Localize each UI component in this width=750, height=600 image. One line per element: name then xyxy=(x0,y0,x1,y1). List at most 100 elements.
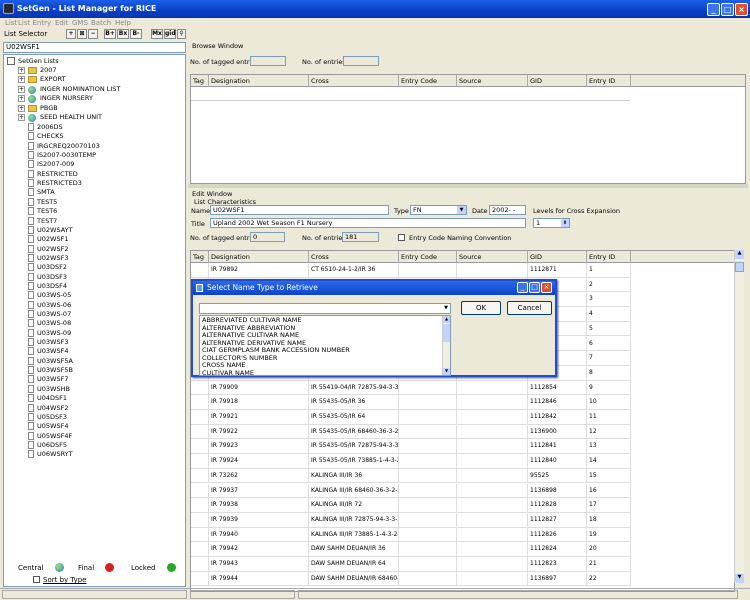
edit-entries-field: 181 xyxy=(342,232,379,242)
table-cell xyxy=(399,542,457,557)
list-tree[interactable]: SetGen Lists +2007 + EXPORT + INGER NOMINATI… xyxy=(3,54,186,587)
batch-remove-button[interactable]: B- xyxy=(130,29,142,39)
table-cell: 16 xyxy=(587,483,631,499)
table-row[interactable]: IR 79892 CT 6510-24-1-2/IR 36 1112871 1 xyxy=(191,263,631,278)
table-row[interactable]: IR 73262 KALINGA III/IR 36 95525 15 xyxy=(191,468,631,484)
table-cell: 1136897 xyxy=(528,571,587,587)
menu-list-entry[interactable]: List Entry xyxy=(18,19,51,27)
column-header[interactable]: Cross xyxy=(309,75,399,87)
folder-icon xyxy=(28,76,37,84)
table-row[interactable]: IR 79944 DAW SAHM DEUAN/IR 68460-3 1136897… xyxy=(191,571,631,587)
title-field[interactable]: Upland 2002 Wet Season F1 Nursery xyxy=(210,218,526,228)
minimize-button[interactable]: _ xyxy=(707,3,720,16)
table-row[interactable]: IR 79923 IR 55435-05/IR 72875-94-3-3-2 111… xyxy=(191,439,631,455)
table-row[interactable]: IR 79922 IR 55435-05/IR 68460-36-3-2-2- 11… xyxy=(191,424,631,440)
column-header[interactable]: Source xyxy=(457,251,528,263)
vertical-scrollbar[interactable]: ▲ ▼ xyxy=(734,250,744,583)
chevron-down-icon[interactable]: ▼ xyxy=(442,304,450,313)
close-button[interactable]: × xyxy=(735,3,748,16)
status-pane-2 xyxy=(190,590,295,599)
dialog-minimize-button[interactable]: _ xyxy=(517,282,528,293)
name-type-select[interactable]: ▼ xyxy=(199,303,451,314)
column-header[interactable]: Entry ID xyxy=(587,75,631,87)
edit-tagged-field: 0 xyxy=(250,232,285,242)
table-cell xyxy=(457,468,528,484)
date-field[interactable]: 2002- - xyxy=(489,205,526,215)
menu-batch[interactable]: Batch xyxy=(91,19,111,27)
column-header[interactable]: Entry Code xyxy=(399,75,457,87)
menu-help[interactable]: Help xyxy=(115,19,131,27)
clear-list-button[interactable]: ⊠ xyxy=(77,29,87,39)
table-row[interactable]: IR 79909 IR 55419-04/IR 72875-94-3-3-2 111… xyxy=(191,380,631,396)
menu-edit[interactable]: Edit xyxy=(55,19,69,27)
splitter[interactable] xyxy=(188,184,748,188)
column-header[interactable]: Designation xyxy=(209,251,309,263)
table-row[interactable]: IR 79938 KALINGA III/IR 72 1112828 17 xyxy=(191,498,631,513)
ok-button[interactable]: OK xyxy=(461,301,501,315)
remove-list-button[interactable]: − xyxy=(88,29,98,39)
naming-convention-checkbox[interactable] xyxy=(398,234,405,241)
dialog-maximize-button[interactable]: □ xyxy=(529,282,540,293)
table-row[interactable]: IR 79942 DAW SAHM DEUAN/IR 36 1112824 20 xyxy=(191,542,631,557)
dialog-title: Select Name Type to Retrieve xyxy=(207,283,318,292)
scroll-up-icon[interactable]: ▲ xyxy=(443,316,450,323)
expand-icon[interactable]: + xyxy=(18,85,25,93)
dropdown-option[interactable]: CULTIVAR NAME xyxy=(202,369,254,378)
expand-icon[interactable]: + xyxy=(18,95,25,103)
column-header[interactable]: Entry Code xyxy=(399,251,457,263)
merge-button[interactable]: Mx xyxy=(151,29,163,39)
gid-button[interactable]: gid xyxy=(164,29,176,39)
table-cell: IR 79942 xyxy=(209,542,309,557)
scroll-down-icon[interactable]: ▼ xyxy=(735,574,744,583)
tree-list-label: U06DSF5 xyxy=(37,440,68,449)
column-header[interactable]: GID xyxy=(528,251,587,263)
batch-clear-button[interactable]: Bx xyxy=(117,29,129,39)
expand-icon[interactable]: + xyxy=(18,114,25,121)
expand-icon[interactable]: + xyxy=(18,104,25,112)
table-row[interactable]: IR 79921 IR 55435-05/IR 64 1112842 11 xyxy=(191,410,631,425)
document-icon xyxy=(28,132,34,141)
column-header[interactable]: Entry ID xyxy=(587,251,631,263)
expand-icon[interactable]: + xyxy=(18,67,25,74)
selected-list-field[interactable]: U02WSF1 xyxy=(3,42,186,53)
table-row[interactable]: IR 79918 IR 55435-05/IR 36 1112846 10 xyxy=(191,395,631,410)
document-icon xyxy=(28,188,34,197)
dropdown-scrollbar[interactable]: ▲ ▼ xyxy=(442,316,450,375)
column-header[interactable]: Tag xyxy=(191,251,209,263)
sort-by-type-label: Sort by Type xyxy=(43,576,87,584)
table-row[interactable]: IR 79943 DAW SAHM DEUAN/IR 64 1112823 21 xyxy=(191,557,631,572)
scroll-down-icon[interactable]: ▼ xyxy=(443,368,450,375)
table-row[interactable]: IR 79924 IR 55435-05/IR 73885-1-4-3-2-1 11… xyxy=(191,454,631,469)
column-header[interactable]: Tag xyxy=(191,75,209,87)
column-header[interactable]: GID xyxy=(528,75,587,87)
spin-icon[interactable]: ⬍ xyxy=(561,219,569,227)
column-header[interactable]: Source xyxy=(457,75,528,87)
type-select[interactable]: FN ▼ xyxy=(410,205,467,215)
tree-folder-label: 2007 xyxy=(40,66,57,74)
maximize-button[interactable]: □ xyxy=(721,3,734,16)
dropdown-scroll-thumb[interactable] xyxy=(443,324,450,342)
dialog-close-button[interactable]: × xyxy=(541,282,552,293)
column-header[interactable]: Cross xyxy=(309,251,399,263)
levels-stepper[interactable]: 1 ⬍ xyxy=(533,218,570,228)
chevron-down-icon[interactable]: ▼ xyxy=(457,206,466,214)
batch-add-button[interactable]: B+ xyxy=(104,29,116,39)
scroll-thumb[interactable] xyxy=(735,262,744,272)
table-row[interactable]: IR 79937 KALINGA III/IR 68460-36-3-2-2- 11… xyxy=(191,483,631,499)
add-list-button[interactable]: + xyxy=(66,29,76,39)
tree-list-label: TEST7 xyxy=(37,216,58,225)
table-cell xyxy=(457,571,528,587)
cancel-button[interactable]: Cancel xyxy=(507,301,552,315)
sort-by-type-checkbox[interactable] xyxy=(33,576,40,583)
expand-icon[interactable]: + xyxy=(18,76,25,84)
table-row[interactable]: IR 79939 KALINGA III/IR 72875-94-3-3-2 111… xyxy=(191,512,631,528)
search-icon[interactable]: ⚲ xyxy=(177,29,186,39)
scroll-up-icon[interactable]: ▲ xyxy=(735,250,744,259)
browse-grid[interactable]: Tag Designation Cross Entry Code Source GID En… xyxy=(190,74,746,184)
name-type-dropdown-list[interactable]: ▲ ▼ ABBREVIATED CULTIVAR NAME ALTERNATIVE… xyxy=(199,315,451,376)
table-row[interactable]: IR 79940 KALINGA III/IR 73885-1-4-3-2-1 11… xyxy=(191,527,631,543)
name-field[interactable]: U02WSF1 xyxy=(210,205,389,215)
menu-list[interactable]: List xyxy=(5,19,17,27)
menu-gms[interactable]: GMS xyxy=(72,19,88,27)
column-header[interactable]: Designation xyxy=(209,75,309,87)
